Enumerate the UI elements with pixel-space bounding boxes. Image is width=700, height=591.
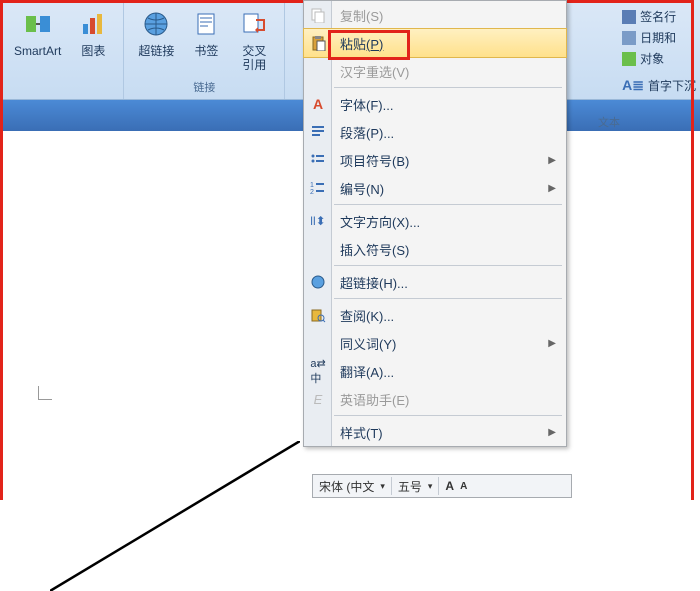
assistant-icon: E — [309, 390, 327, 408]
ctx-lookup[interactable]: 查阅(K)... — [304, 301, 566, 329]
submenu-arrow-icon: ▶ — [548, 427, 556, 438]
bookmark-icon — [190, 8, 222, 40]
chart-button[interactable]: 图表 — [71, 4, 115, 81]
font-icon: A — [309, 95, 327, 113]
separator — [334, 204, 562, 205]
ctx-numbering[interactable]: 12 编号(N) ▶ — [304, 174, 566, 202]
page-corner-mark — [38, 386, 52, 400]
text-direction-icon: ll⬍ — [309, 212, 327, 230]
smartart-label: SmartArt — [14, 44, 61, 58]
datetime-button[interactable]: 日期和 — [622, 27, 696, 48]
ctx-bullets[interactable]: 项目符号(B) ▶ — [304, 146, 566, 174]
annotation-frame — [691, 131, 694, 500]
drawn-line[interactable] — [50, 441, 300, 591]
paragraph-icon — [309, 123, 327, 141]
ctx-english-assistant: E 英语助手(E) — [304, 385, 566, 413]
context-menu: 复制(S) 粘贴(P) 汉字重选(V) A 字体(F)... 段落(P)... … — [303, 0, 567, 447]
hyperlink-button[interactable]: 超链接 — [132, 4, 180, 77]
ctx-font[interactable]: A 字体(F)... — [304, 90, 566, 118]
ctx-paragraph[interactable]: 段落(P)... — [304, 118, 566, 146]
separator — [334, 298, 562, 299]
chart-label: 图表 — [81, 44, 105, 58]
separator — [334, 265, 562, 266]
ime-icon — [309, 62, 327, 80]
globe-icon — [140, 8, 172, 40]
smartart-button[interactable]: SmartArt — [8, 4, 67, 81]
datetime-icon — [622, 31, 636, 45]
ctx-chinese-reselect: 汉字重选(V) — [304, 57, 566, 85]
grow-font-icon[interactable]: A — [445, 479, 454, 493]
submenu-arrow-icon: ▶ — [548, 155, 556, 166]
annotation-frame — [0, 131, 3, 500]
lookup-icon — [309, 306, 327, 324]
ribbon-group-links: 超链接 书签 交叉 引用 链接 — [124, 0, 285, 99]
chart-icon — [77, 8, 109, 40]
object-icon — [622, 52, 636, 66]
separator — [334, 87, 562, 88]
numbering-icon: 12 — [309, 179, 327, 197]
smartart-icon — [22, 8, 54, 40]
mini-font[interactable]: 宋体 (中文 — [319, 478, 374, 495]
crossref-button[interactable]: 交叉 引用 — [232, 4, 276, 77]
ribbon-right: 签名行 日期和 对象 A≣首字下沉 — [622, 6, 696, 96]
group-label — [60, 81, 63, 97]
globe-icon — [309, 273, 327, 291]
mini-toolbar[interactable]: 宋体 (中文▾ 五号▾ A A — [312, 474, 572, 498]
ctx-styles[interactable]: 样式(T) ▶ — [304, 418, 566, 446]
ctx-hyperlink[interactable]: 超链接(H)... — [304, 268, 566, 296]
ctx-paste-label: 粘贴(P) — [340, 34, 383, 53]
submenu-arrow-icon: ▶ — [548, 183, 556, 194]
bookmark-button[interactable]: 书签 — [184, 4, 228, 77]
submenu-arrow-icon: ▶ — [548, 338, 556, 349]
bullets-icon — [309, 151, 327, 169]
crossref-label: 交叉 引用 — [242, 44, 266, 72]
shrink-font-icon[interactable]: A — [460, 481, 467, 492]
ctx-insert-symbol[interactable]: 插入符号(S) — [304, 235, 566, 263]
crossref-icon — [238, 8, 270, 40]
dropcap-icon: A≣ — [622, 77, 644, 94]
paste-icon — [309, 34, 327, 52]
hyperlink-label: 超链接 — [138, 44, 174, 58]
ctx-translate[interactable]: a⇄中 翻译(A)... — [304, 357, 566, 385]
ctx-paste[interactable]: 粘贴(P) — [303, 28, 567, 58]
svg-text:2: 2 — [310, 189, 314, 196]
ribbon-group-illus: SmartArt 图表 — [0, 0, 124, 99]
ctx-synonyms[interactable]: 同义词(Y) ▶ — [304, 329, 566, 357]
mini-size[interactable]: 五号 — [398, 478, 422, 495]
text-group-label: 文本 — [598, 114, 620, 130]
svg-text:1: 1 — [310, 182, 314, 189]
copy-icon — [309, 6, 327, 24]
ctx-copy: 复制(S) — [304, 1, 566, 29]
object-button[interactable]: 对象 — [622, 48, 696, 69]
signature-icon — [622, 10, 636, 24]
translate-icon: a⇄中 — [309, 362, 327, 380]
bookmark-label: 书签 — [194, 44, 218, 58]
separator — [334, 415, 562, 416]
ctx-text-direction[interactable]: ll⬍ 文字方向(X)... — [304, 207, 566, 235]
dropcap-button[interactable]: A≣首字下沉 — [622, 75, 696, 96]
links-group-label: 链接 — [193, 77, 215, 97]
signature-button[interactable]: 签名行 — [622, 6, 696, 27]
